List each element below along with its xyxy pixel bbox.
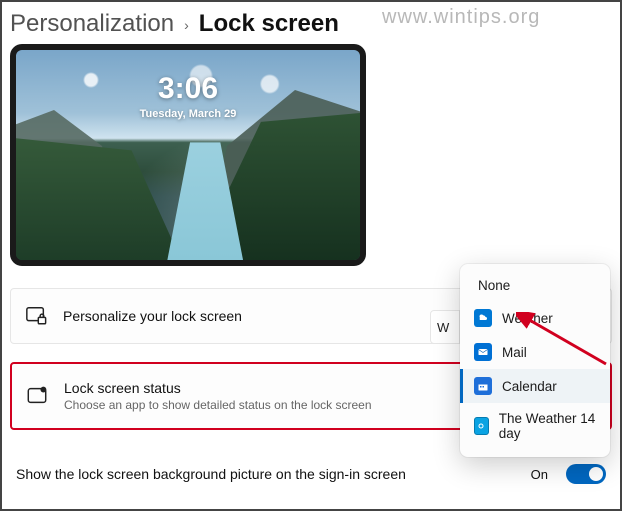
lockscreen-preview: 3:06 Tuesday, March 29 [10,44,366,266]
lockscreen-preview-container: 3:06 Tuesday, March 29 [2,44,620,288]
weather-icon [474,309,492,327]
status-app-dropdown-menu: None Weather Mail Calendar The Weather 1… [460,264,610,457]
breadcrumb-current: Lock screen [199,10,339,38]
calendar-icon [474,377,492,395]
dropdown-option-mail[interactable]: Mail [460,335,610,369]
dropdown-option-label: Weather [502,311,553,326]
dropdown-option-label: Mail [502,345,527,360]
weather14-icon [474,417,489,435]
toggle-switch[interactable] [566,464,606,484]
preview-clock-time: 3:06 [16,74,360,104]
preview-clock-date: Tuesday, March 29 [16,108,360,120]
dropdown-option-label: Calendar [502,379,557,394]
dropdown-option-label: None [478,278,510,293]
screen-badge-icon [26,385,48,407]
toggle-state-label: On [531,467,548,482]
dropdown-option-none[interactable]: None [460,270,610,301]
preview-forest [16,138,181,260]
breadcrumb-parent[interactable]: Personalization [10,10,174,38]
chevron-right-icon: › [184,17,189,33]
setting-title: Show the lock screen background picture … [16,466,519,482]
picture-lock-icon [25,305,47,327]
mail-icon [474,343,492,361]
dropdown-option-weather14[interactable]: The Weather 14 day [460,403,610,449]
dropdown-option-weather[interactable]: Weather [460,301,610,335]
breadcrumb: Personalization › Lock screen [2,2,620,44]
dropdown-option-label: The Weather 14 day [499,411,596,441]
settings-window: www.wintips.org Personalization › Lock s… [0,0,622,511]
status-app-dropdown-button[interactable]: W [430,310,460,344]
dropdown-option-calendar[interactable]: Calendar [460,369,610,403]
